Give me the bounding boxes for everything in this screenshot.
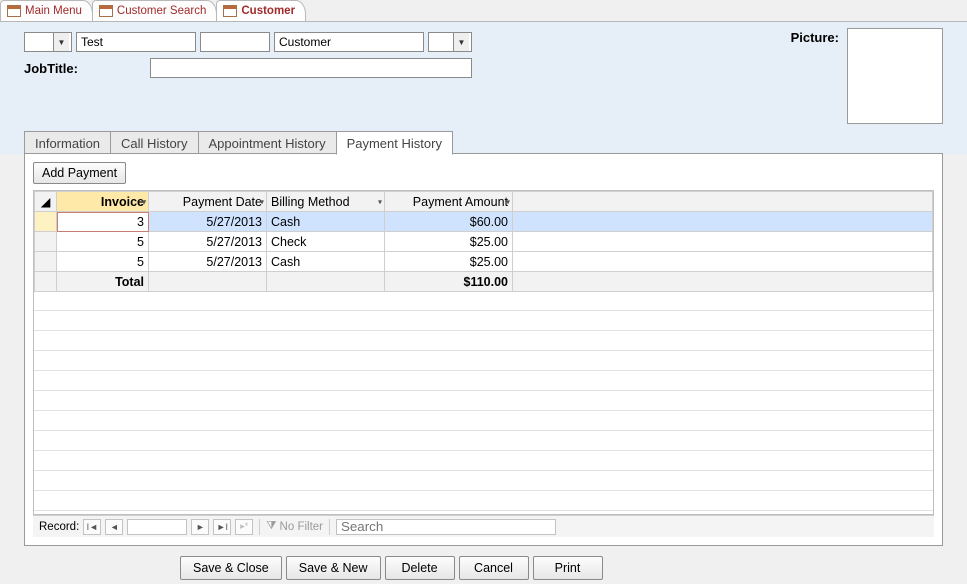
col-payment-date[interactable]: Payment Date ▾ xyxy=(149,192,267,212)
nav-tab-customer-search[interactable]: Customer Search xyxy=(92,0,217,21)
suffix-combo[interactable]: ▼ xyxy=(428,32,472,52)
form-icon xyxy=(7,5,21,17)
tab-payment-history[interactable]: Payment History xyxy=(336,131,453,155)
record-label: Record: xyxy=(39,521,79,533)
col-date-label: Payment Date xyxy=(183,195,262,209)
tab-call-history[interactable]: Call History xyxy=(110,131,198,154)
col-invoice-label: Invoice xyxy=(101,195,144,209)
row-selector[interactable] xyxy=(35,232,57,252)
table-row[interactable]: 5 5/27/2013 Check $25.00 xyxy=(35,232,933,252)
form-footer-buttons: Save & Close Save & New Delete Cancel Pr… xyxy=(0,552,967,584)
add-payment-button[interactable]: Add Payment xyxy=(33,162,126,184)
cell-date[interactable]: 5/27/2013 xyxy=(149,232,267,252)
table-row[interactable]: 5 5/27/2013 Cash $25.00 xyxy=(35,252,933,272)
first-name-field[interactable] xyxy=(76,32,196,52)
payment-history-panel: Add Payment ◢ Invoice ▾ Pa xyxy=(24,154,943,546)
save-close-button[interactable]: Save & Close xyxy=(180,556,282,580)
cell-invoice[interactable]: 5 xyxy=(57,252,149,272)
nav-prev-button[interactable]: ◄ xyxy=(105,519,123,535)
cell-date[interactable]: 5/27/2013 xyxy=(149,252,267,272)
nav-last-button[interactable]: ►I xyxy=(213,519,231,535)
col-amount-label: Payment Amount xyxy=(413,195,508,209)
cancel-button[interactable]: Cancel xyxy=(459,556,529,580)
nav-tab-customer[interactable]: Customer xyxy=(216,0,306,21)
cell-amount[interactable]: $60.00 xyxy=(385,212,513,232)
col-invoice[interactable]: Invoice ▾ xyxy=(57,192,149,212)
cell-amount[interactable]: $25.00 xyxy=(385,252,513,272)
suffix-input[interactable] xyxy=(429,33,453,51)
title-prefix-input[interactable] xyxy=(25,33,53,51)
chevron-down-icon[interactable]: ▾ xyxy=(142,197,146,206)
cell-method[interactable]: Cash xyxy=(267,212,385,232)
cell-invoice[interactable]: 3 xyxy=(57,212,149,232)
col-billing-method[interactable]: Billing Method ▾ xyxy=(267,192,385,212)
tab-information[interactable]: Information xyxy=(24,131,111,154)
chevron-down-icon[interactable]: ▼ xyxy=(453,33,469,51)
chevron-down-icon[interactable]: ▾ xyxy=(260,197,264,206)
table-total-row: Total $110.00 xyxy=(35,272,933,292)
cell-amount[interactable]: $25.00 xyxy=(385,232,513,252)
row-selector[interactable] xyxy=(35,252,57,272)
form-icon xyxy=(99,5,113,17)
chevron-down-icon[interactable]: ▾ xyxy=(378,197,382,206)
col-payment-amount[interactable]: Payment Amount ▾ xyxy=(385,192,513,212)
chevron-down-icon[interactable]: ▼ xyxy=(53,33,69,51)
filter-label: No Filter xyxy=(280,521,323,533)
row-selector[interactable] xyxy=(35,212,57,232)
picture-box[interactable] xyxy=(847,28,943,124)
object-tabs: Main Menu Customer Search Customer xyxy=(0,0,967,22)
nav-tab-label: Customer xyxy=(241,5,295,17)
record-navigator: Record: I◄ ◄ ► ►I ▸* ⧩ No Filter xyxy=(33,515,934,537)
cell-date[interactable]: 5/27/2013 xyxy=(149,212,267,232)
jobtitle-field[interactable] xyxy=(150,58,472,78)
tab-appointment-history[interactable]: Appointment History xyxy=(198,131,337,154)
payments-grid[interactable]: ◢ Invoice ▾ Payment Date ▾ Billing Metho… xyxy=(33,190,934,515)
picture-label: Picture: xyxy=(791,28,839,45)
form-icon xyxy=(223,5,237,17)
funnel-icon: ⧩ xyxy=(266,520,276,533)
middle-name-field[interactable] xyxy=(200,32,270,52)
cell-method[interactable]: Cash xyxy=(267,252,385,272)
cell-method[interactable]: Check xyxy=(267,232,385,252)
total-label: Total xyxy=(57,272,149,292)
delete-button[interactable]: Delete xyxy=(385,556,455,580)
print-button[interactable]: Print xyxy=(533,556,603,580)
nav-tab-main-menu[interactable]: Main Menu xyxy=(0,0,93,21)
nav-first-button[interactable]: I◄ xyxy=(83,519,101,535)
total-amount: $110.00 xyxy=(385,272,513,292)
save-new-button[interactable]: Save & New xyxy=(286,556,381,580)
chevron-down-icon[interactable]: ▾ xyxy=(506,197,510,206)
nav-tab-label: Customer Search xyxy=(117,5,206,17)
record-search-input[interactable] xyxy=(336,519,556,535)
jobtitle-label: JobTitle: xyxy=(24,61,144,76)
col-method-label: Billing Method xyxy=(271,195,350,209)
nav-next-button[interactable]: ► xyxy=(191,519,209,535)
nav-new-button[interactable]: ▸* xyxy=(235,519,253,535)
filter-indicator[interactable]: ⧩ No Filter xyxy=(266,520,323,533)
col-spacer xyxy=(513,192,933,212)
customer-header-form: ▼ ▼ JobTitle: Picture: xyxy=(0,22,967,130)
record-number-input[interactable] xyxy=(127,519,187,535)
detail-tabs: Information Call History Appointment His… xyxy=(24,130,943,154)
nav-tab-label: Main Menu xyxy=(25,5,82,17)
row-selector-header[interactable]: ◢ xyxy=(35,192,57,212)
last-name-field[interactable] xyxy=(274,32,424,52)
table-row[interactable]: 3 5/27/2013 Cash $60.00 xyxy=(35,212,933,232)
cell-invoice[interactable]: 5 xyxy=(57,232,149,252)
title-prefix-combo[interactable]: ▼ xyxy=(24,32,72,52)
